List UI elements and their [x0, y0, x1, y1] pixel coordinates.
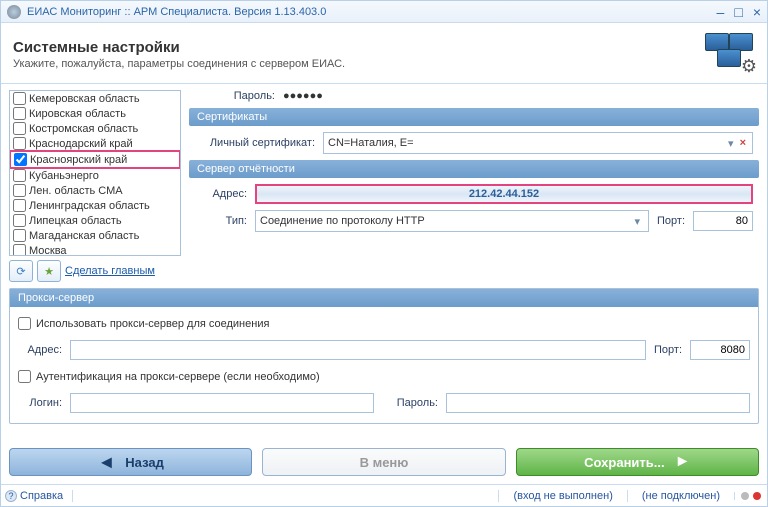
region-checkbox[interactable] — [13, 122, 26, 135]
region-item[interactable]: Кемеровская область — [10, 91, 180, 106]
server-port-label: Порт: — [657, 215, 685, 227]
arrow-right-icon: ► — [675, 453, 691, 471]
proxy-addr-label: Адрес: — [18, 344, 62, 356]
region-item[interactable]: Липецкая область — [10, 213, 180, 228]
region-checkbox[interactable] — [13, 214, 26, 227]
region-item[interactable]: Кубаньэнерго — [10, 168, 180, 183]
server-addr-label: Адрес: — [195, 188, 247, 200]
back-button-label: Назад — [125, 455, 164, 470]
help-button[interactable]: ? Справка — [1, 490, 73, 502]
chevron-down-icon[interactable]: ▾ — [724, 137, 738, 150]
server-type-combo[interactable]: Соединение по протоколу HTTP ▾ — [255, 210, 649, 232]
region-checkbox[interactable] — [13, 137, 26, 150]
maximize-button[interactable]: □ — [734, 4, 742, 20]
proxy-port-input[interactable] — [690, 340, 750, 360]
region-item[interactable]: Краснодарский край — [10, 136, 180, 151]
region-label: Ленинградская область — [29, 200, 150, 212]
region-item[interactable]: Кировская область — [10, 106, 180, 121]
region-label: Краснодарский край — [29, 138, 133, 150]
proxy-login-input[interactable] — [70, 393, 374, 413]
proxy-pass-label: Пароль: — [382, 397, 438, 409]
proxy-pass-input[interactable] — [446, 393, 750, 413]
menu-button-label: В меню — [360, 455, 409, 470]
arrow-left-icon: ◄ — [97, 452, 115, 473]
save-button-label: Сохранить... — [584, 455, 664, 470]
region-label: Кубаньэнерго — [29, 170, 99, 182]
region-checkbox[interactable] — [13, 92, 26, 105]
chevron-down-icon[interactable]: ▾ — [630, 215, 644, 228]
cert-label: Личный сертификат: — [195, 137, 315, 149]
page-subtitle: Укажите, пожалуйста, параметры соединени… — [13, 58, 345, 70]
region-label: Москва — [29, 245, 67, 257]
region-list[interactable]: Кемеровская область Кировская область Кост… — [9, 90, 181, 256]
proxy-auth-label: Аутентификация на прокси-сервере (если н… — [36, 371, 320, 383]
cert-clear-button[interactable]: × — [738, 137, 748, 149]
region-label: Липецкая область — [29, 215, 122, 227]
cert-value: CN=Наталия, E= — [328, 137, 724, 149]
region-item[interactable]: Москва — [10, 243, 180, 256]
refresh-button[interactable]: ⟳ — [9, 260, 33, 282]
region-label: Костромская область — [29, 123, 138, 135]
refresh-icon: ⟳ — [16, 265, 25, 278]
proxy-address-input[interactable] — [70, 340, 646, 360]
server-address-input[interactable] — [255, 184, 753, 204]
status-dot-2 — [753, 492, 761, 500]
star-icon: ★ — [44, 265, 54, 278]
status-login: (вход не выполнен) — [498, 490, 626, 502]
password-label: Пароль: — [195, 90, 275, 102]
server-type-label: Тип: — [195, 215, 247, 227]
region-checkbox[interactable] — [13, 107, 26, 120]
save-button[interactable]: Сохранить... ► — [516, 448, 759, 476]
region-label: Красноярский край — [30, 154, 127, 166]
cert-section-header: Сертификаты — [189, 108, 759, 126]
region-checkbox[interactable] — [13, 229, 26, 242]
region-label: Кировская область — [29, 108, 126, 120]
region-checkbox[interactable] — [13, 184, 26, 197]
server-section-header: Сервер отчётности — [189, 160, 759, 178]
back-button[interactable]: ◄ Назад — [9, 448, 252, 476]
region-item[interactable]: Костромская область — [10, 121, 180, 136]
status-dot-1 — [741, 492, 749, 500]
app-icon — [7, 5, 21, 19]
page-header: Системные настройки Укажите, пожалуйста,… — [1, 23, 767, 84]
proxy-port-label: Порт: — [654, 344, 682, 356]
server-type-value: Соединение по протоколу HTTP — [260, 215, 630, 227]
help-label: Справка — [20, 490, 63, 502]
close-button[interactable]: × — [753, 4, 761, 20]
help-icon: ? — [5, 490, 17, 502]
minimize-button[interactable]: – — [717, 4, 725, 20]
region-item[interactable]: Ленинградская область — [10, 198, 180, 213]
titlebar: ЕИАС Мониторинг :: АРМ Специалиста. Верс… — [1, 1, 767, 23]
make-main-link[interactable]: Сделать главным — [65, 265, 155, 277]
settings-hero-icon: ⚙ — [703, 33, 755, 75]
status-bar: ? Справка (вход не выполнен) (не подключ… — [1, 484, 767, 506]
proxy-login-label: Логин: — [18, 397, 62, 409]
region-checkbox[interactable] — [13, 199, 26, 212]
region-label: Кемеровская область — [29, 93, 140, 105]
cert-combo[interactable]: CN=Наталия, E= ▾ × — [323, 132, 753, 154]
password-value: ●●●●●● — [283, 90, 323, 102]
region-label: Магаданская область — [29, 230, 139, 242]
proxy-use-label: Использовать прокси-сервер для соединени… — [36, 318, 269, 330]
proxy-use-checkbox[interactable] — [18, 317, 31, 330]
region-item[interactable]: Магаданская область — [10, 228, 180, 243]
region-item[interactable]: Лен. область СМА — [10, 183, 180, 198]
region-label: Лен. область СМА — [29, 185, 123, 197]
proxy-auth-checkbox[interactable] — [18, 370, 31, 383]
menu-button[interactable]: В меню — [262, 448, 505, 476]
region-checkbox[interactable] — [13, 244, 26, 256]
window-title: ЕИАС Мониторинг :: АРМ Специалиста. Верс… — [27, 6, 717, 18]
region-checkbox[interactable] — [14, 153, 27, 166]
region-item[interactable]: Красноярский край — [9, 150, 181, 169]
page-title: Системные настройки — [13, 39, 345, 56]
region-checkbox[interactable] — [13, 169, 26, 182]
status-connection: (не подключен) — [627, 490, 734, 502]
proxy-section-header: Прокси-сервер — [10, 289, 758, 307]
favorite-button[interactable]: ★ — [37, 260, 61, 282]
server-port-input[interactable] — [693, 211, 753, 231]
